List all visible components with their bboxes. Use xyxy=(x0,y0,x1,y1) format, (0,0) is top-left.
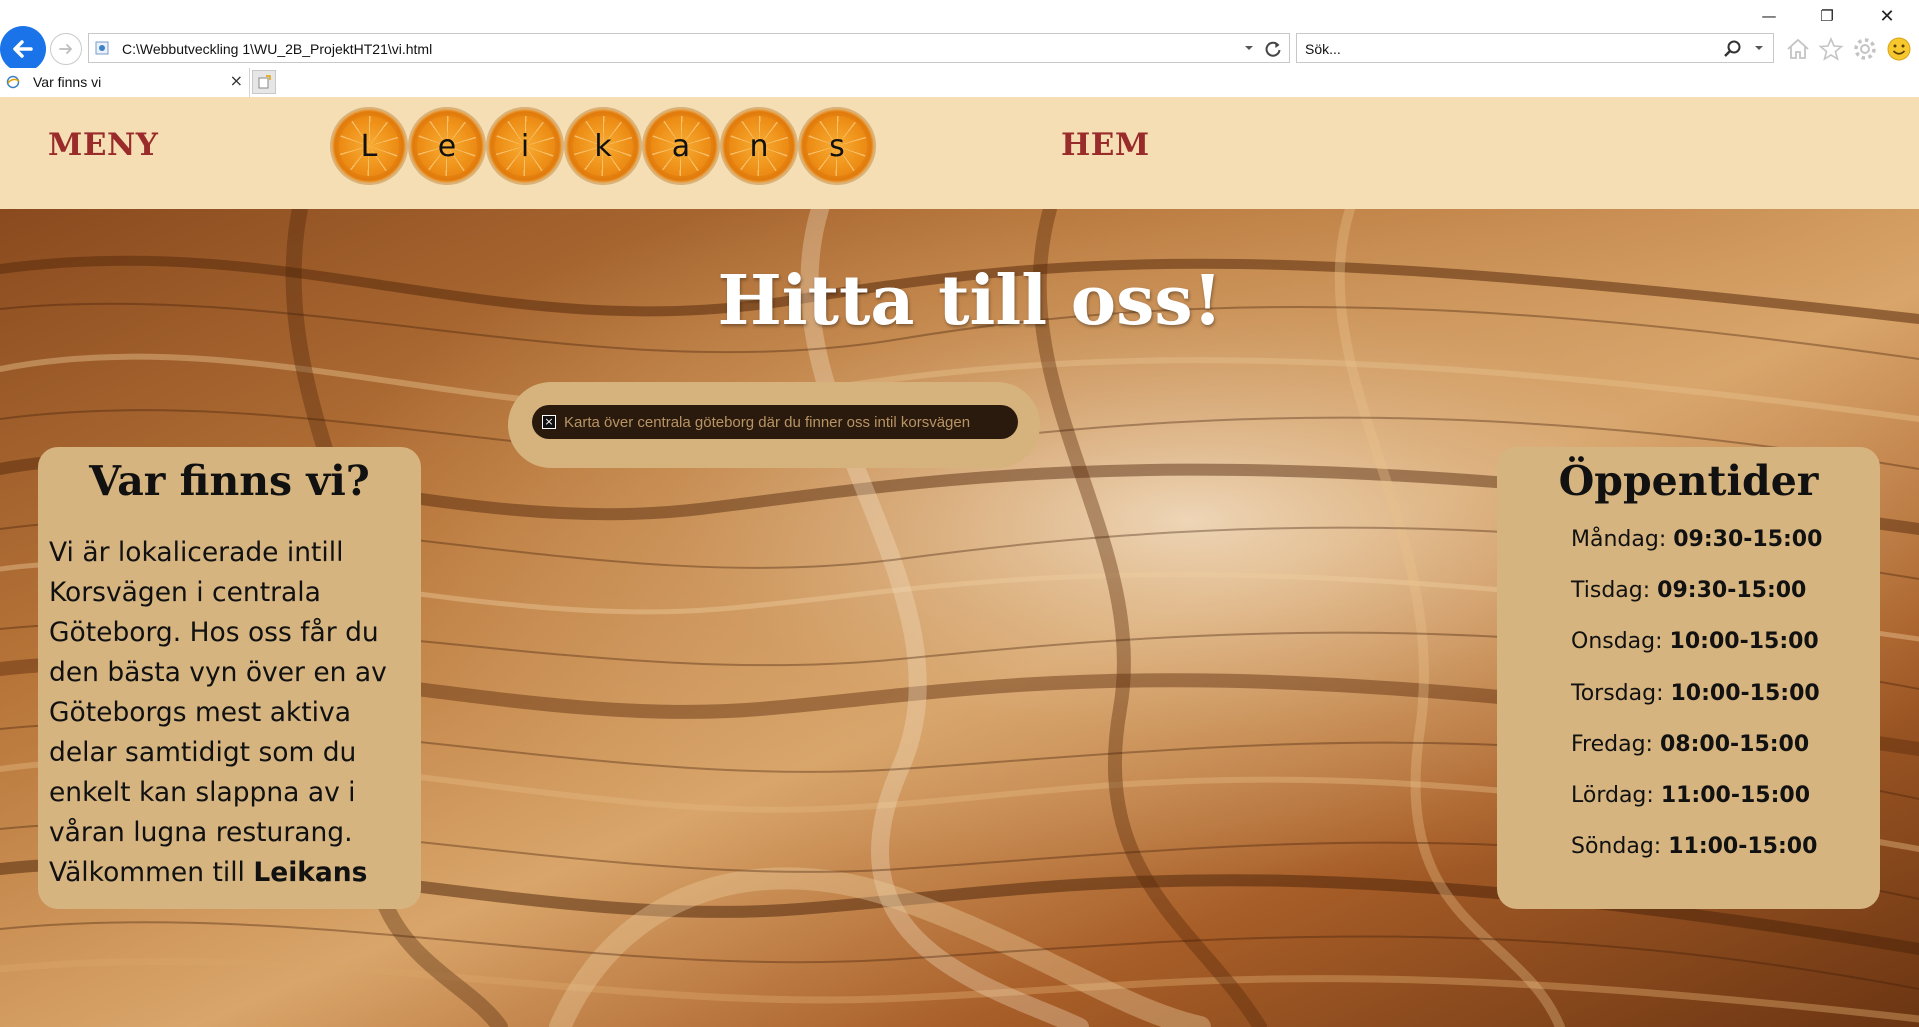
logo-orange-slice: s xyxy=(798,107,876,185)
search-input[interactable] xyxy=(1305,39,1705,59)
day-label: Onsdag: xyxy=(1571,629,1663,655)
restore-icon[interactable]: ❐ xyxy=(1804,2,1850,30)
map-image-broken[interactable]: × Karta över centrala göteborg där du fi… xyxy=(532,405,1018,439)
day-label: Söndag: xyxy=(1571,834,1662,860)
day-label: Måndag: xyxy=(1571,527,1667,552)
logo-letter: s xyxy=(829,128,845,164)
hours-row: Söndag: 11:00-15:00 xyxy=(1571,834,1871,885)
logo-letter: i xyxy=(520,128,530,164)
chevron-down-icon[interactable] xyxy=(1753,43,1765,53)
logo-orange-slice: n xyxy=(720,107,798,185)
time-value: 08:00-15:00 xyxy=(1659,731,1810,757)
search-icon[interactable] xyxy=(1723,39,1743,59)
logo-orange-slice: e xyxy=(408,107,486,185)
map-frame: × Karta över centrala göteborg där du fi… xyxy=(508,382,1040,468)
tab-title: Var finns vi xyxy=(33,74,102,90)
hours-heading: Öppentider xyxy=(1558,457,1819,505)
chevron-down-icon[interactable] xyxy=(1243,43,1255,53)
hours-list: Måndag: 09:30-15:00 Tisdag: 09:30-15:00 … xyxy=(1571,527,1871,885)
site-logo[interactable]: L e i k a n s xyxy=(330,107,876,189)
logo-orange-slice: k xyxy=(564,107,642,185)
logo-letter: k xyxy=(594,128,612,164)
hours-row: Onsdag: 10:00-15:00 xyxy=(1571,629,1871,680)
hours-row: Tisdag: 09:30-15:00 xyxy=(1571,578,1871,629)
logo-letter: a xyxy=(671,128,691,164)
close-window-icon[interactable]: ✕ xyxy=(1864,2,1910,30)
favorites-star-icon[interactable] xyxy=(1817,35,1845,63)
new-tab-icon xyxy=(258,75,271,89)
time-value: 10:00-15:00 xyxy=(1669,629,1819,655)
day-label: Torsdag: xyxy=(1571,680,1664,706)
back-button[interactable] xyxy=(0,26,46,72)
gear-icon[interactable] xyxy=(1851,35,1879,63)
smiley-feedback-icon[interactable] xyxy=(1885,35,1913,63)
broken-image-icon: × xyxy=(542,415,556,429)
day-label: Tisdag: xyxy=(1571,578,1651,604)
day-label: Lördag: xyxy=(1571,782,1654,808)
hours-row: Fredag: 08:00-15:00 xyxy=(1571,732,1871,783)
browser-chrome: — ❐ ✕ C:\Webbutveckling 1\WU_2B_ProjektH… xyxy=(0,0,1919,97)
logo-orange-slice: a xyxy=(642,107,720,185)
web-page: MENY L e i k a n s HEM Hitta till oss! ×… xyxy=(0,97,1919,1027)
nav-menu-link[interactable]: MENY xyxy=(48,127,158,163)
nav-home-link[interactable]: HEM xyxy=(1061,127,1150,163)
arrow-right-icon xyxy=(59,44,72,54)
refresh-icon[interactable] xyxy=(1263,39,1283,59)
location-description: Vi är lokalicerade intill Korsvägen i ce… xyxy=(49,537,387,888)
hours-row: Måndag: 09:30-15:00 xyxy=(1571,527,1871,578)
new-tab-button[interactable] xyxy=(252,70,276,94)
map-alt-text: Karta över centrala göteborg där du finn… xyxy=(564,413,971,431)
ie-page-icon xyxy=(6,75,20,89)
minimize-icon[interactable]: — xyxy=(1746,2,1792,30)
logo-letter: L xyxy=(360,128,378,164)
time-value: 09:30-15:00 xyxy=(1673,527,1823,552)
home-icon[interactable] xyxy=(1784,35,1812,63)
address-bar[interactable]: C:\Webbutveckling 1\WU_2B_ProjektHT21\vi… xyxy=(88,33,1290,63)
brand-name: Leikans xyxy=(253,857,368,888)
hours-row: Torsdag: 10:00-15:00 xyxy=(1571,681,1871,732)
page-icon xyxy=(95,41,109,55)
location-card: Var finns vi? Vi är lokalicerade intill … xyxy=(38,447,421,909)
location-heading: Var finns vi? xyxy=(89,457,370,505)
address-text[interactable]: C:\Webbutveckling 1\WU_2B_ProjektHT21\vi… xyxy=(122,41,432,57)
forward-button[interactable] xyxy=(50,33,82,65)
search-box[interactable] xyxy=(1296,33,1774,63)
time-value: 09:30-15:00 xyxy=(1657,578,1807,604)
page-title: Hitta till oss! xyxy=(717,261,1223,341)
logo-letter: e xyxy=(437,128,457,164)
arrow-left-icon xyxy=(13,40,33,58)
time-value: 11:00-15:00 xyxy=(1668,834,1818,860)
close-tab-icon[interactable]: × xyxy=(230,71,243,90)
logo-letter: n xyxy=(749,128,769,164)
tab-var-finns-vi[interactable]: Var finns vi × xyxy=(0,68,250,97)
site-header: MENY L e i k a n s HEM xyxy=(0,97,1919,209)
day-label: Fredag: xyxy=(1571,731,1653,757)
opening-hours-card: Öppentider Måndag: 09:30-15:00 Tisdag: 0… xyxy=(1497,447,1880,909)
location-text: Vi är lokalicerade intill Korsvägen i ce… xyxy=(49,533,419,893)
logo-orange-slice: i xyxy=(486,107,564,185)
logo-orange-slice: L xyxy=(330,107,408,185)
hours-row: Lördag: 11:00-15:00 xyxy=(1571,783,1871,834)
time-value: 11:00-15:00 xyxy=(1660,782,1810,808)
time-value: 10:00-15:00 xyxy=(1670,680,1820,706)
